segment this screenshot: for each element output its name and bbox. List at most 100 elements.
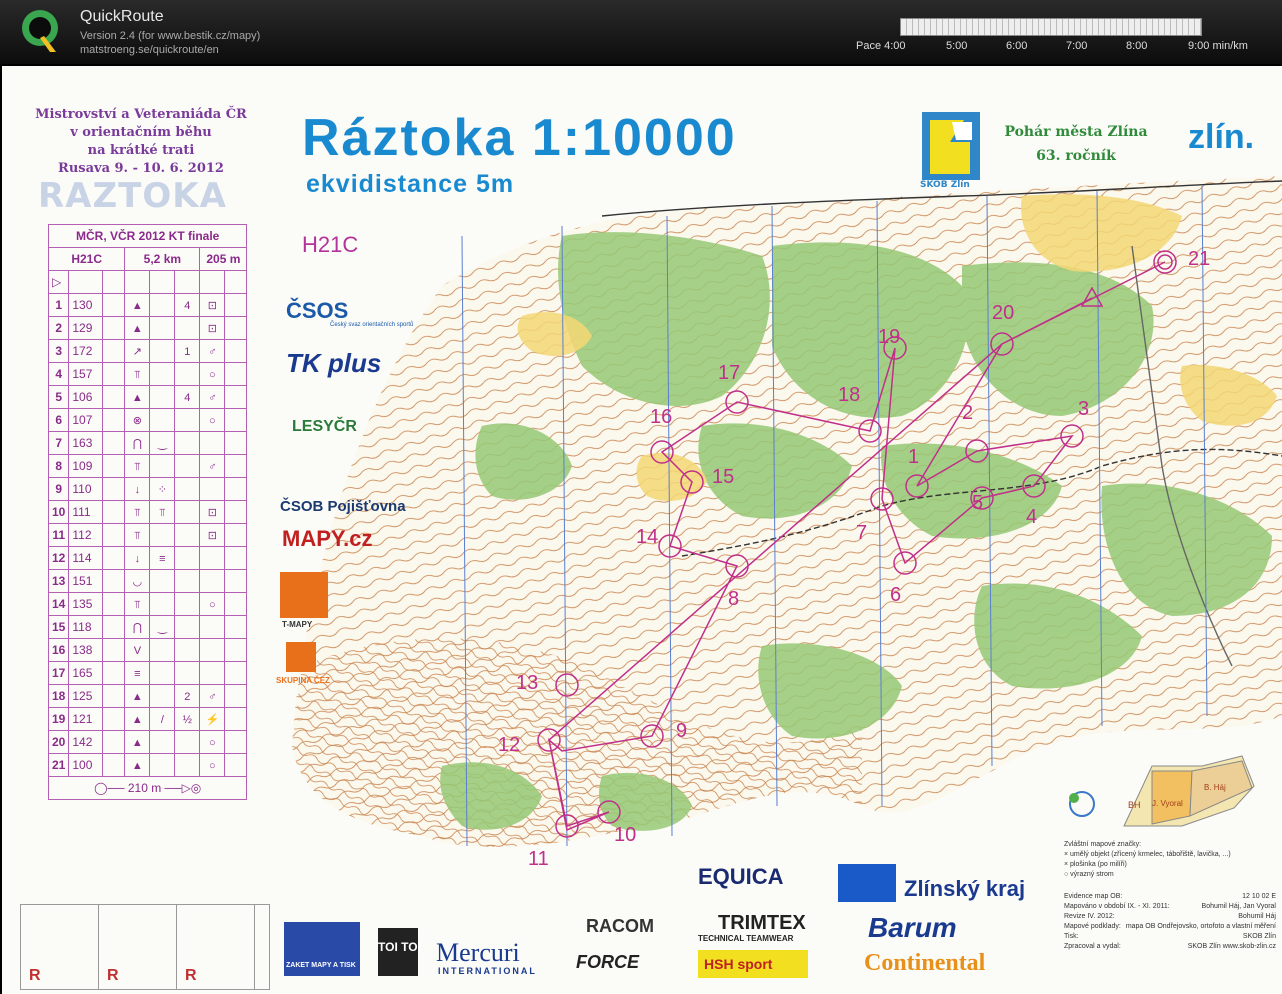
sponsor-zaket: ZAKET MAPY A TISK (286, 962, 356, 969)
location-symbol-icon: ○ (199, 753, 226, 777)
location-symbol-icon: ○ (199, 592, 226, 616)
control-code: 107 (68, 408, 104, 432)
info-row: Tisk: SKOB Zlín (1064, 932, 1276, 942)
control-number-label: 20 (992, 302, 1015, 324)
detail-symbol-icon (149, 316, 176, 340)
location-symbol-icon (199, 431, 226, 455)
legend-title: Zvláštní mapové značky: (1064, 841, 1142, 848)
detail-symbol-icon (149, 362, 176, 386)
info-key: Evidence map OB: (1064, 893, 1123, 900)
info-value: SKOB Zlín (1242, 933, 1276, 940)
control-code: 157 (68, 362, 104, 386)
detail-symbol-icon: ⫪ (149, 500, 176, 524)
detail-symbol-icon (149, 753, 176, 777)
detail-symbol-icon (149, 385, 176, 409)
control-code: 142 (68, 730, 104, 754)
control-symbol-icon (102, 523, 126, 547)
dimension-symbol-icon: 4 (174, 385, 201, 409)
control-number-label: 21 (1188, 248, 1211, 270)
other-symbol-icon (224, 339, 248, 363)
detail-symbol-icon (149, 523, 176, 547)
pace-color-scale (900, 18, 1202, 36)
dimension-symbol-icon (174, 546, 201, 570)
cd-control-row: 5 106 ▲ 4 ♂ (47, 385, 248, 409)
dimension-symbol-icon (174, 730, 201, 754)
control-symbol-icon (102, 454, 126, 478)
cup-title: Pohár města Zlína 63. ročník (996, 120, 1156, 168)
control-symbol-icon (102, 661, 126, 685)
cd-control-row: 16 138 V (47, 638, 248, 662)
control-number-label: 2 (962, 402, 974, 424)
location-symbol-icon (199, 615, 226, 639)
cd-rows: 1 130 ▲ 4 ⊡ 2 129 ▲ ⊡ 3 172 ↗ 1 ♂ 4 157 ⫪ ○ 5 106 ▲ 4 ♂ 6 107 ⊗ ○ 7… (47, 293, 248, 777)
location-symbol-icon: ○ (199, 362, 226, 386)
sponsor-trimtex-sub: TECHNICAL TEAMWEAR (698, 934, 794, 943)
detail-symbol-icon: ‿ (149, 431, 176, 455)
cd-control-row: 13 151 ◡ (47, 569, 248, 593)
dimension-symbol-icon (174, 454, 201, 478)
dimension-symbol-icon (174, 523, 201, 547)
cd-control-row: 2 129 ▲ ⊡ (47, 316, 248, 340)
control-number-label: 11 (528, 848, 549, 870)
control-description-panel: Mistrovství a Veteraniáda ČR v orientačn… (20, 96, 270, 916)
cd-control-row: 10 111 ⫪ ⫪ ⊡ (47, 500, 248, 524)
info-row: Zpracoval a vydal: SKOB Zlín www.skob-zli… (1064, 942, 1276, 952)
other-symbol-icon (224, 684, 248, 708)
r-label: R (107, 967, 119, 984)
control-symbol-icon (102, 431, 126, 455)
dimension-symbol-icon (174, 316, 201, 340)
sponsor-hsh: HSH sport (698, 950, 808, 978)
control-symbol-icon (102, 592, 126, 616)
watermark-raztoka: RAZTOKA (38, 176, 227, 216)
other-symbol-icon (224, 362, 248, 386)
control-number-label: 8 (728, 588, 740, 610)
info-key: Mapové podklady: (1064, 923, 1121, 930)
pace-label: 6:00 (1006, 40, 1028, 52)
control-number-label: 3 (1078, 398, 1090, 420)
cd-finish: ◯── 210 m ──▷◎ (47, 776, 248, 800)
finish-arrow-icon: ──▷◎ (164, 781, 202, 795)
cd-course-row: H21C 5,2 km 205 m (47, 247, 248, 271)
control-code: 151 (68, 569, 104, 593)
control-number-label: 14 (636, 526, 659, 548)
control-number-label: 15 (712, 466, 735, 488)
control-number-label: 13 (516, 672, 539, 694)
control-code: 112 (68, 523, 104, 547)
control-symbol-icon (102, 293, 126, 317)
other-symbol-icon (224, 546, 248, 570)
sponsor-racom: RACOM (586, 916, 654, 936)
cd-header-row: MČR, VČR 2012 KT finale (47, 224, 248, 248)
orienteering-map[interactable]: BH J. Vyoral B. Háj Mistrovství a Vetera… (2, 66, 1282, 994)
control-symbol-icon (102, 477, 126, 501)
control-number: 5 (47, 385, 70, 409)
cd-control-row: 18 125 ▲ 2 ♂ (47, 684, 248, 708)
control-number-label: 16 (650, 406, 673, 428)
control-code: 172 (68, 339, 104, 363)
feature-symbol-icon: ▲ (124, 753, 151, 777)
info-key: Zpracoval a vydal: (1064, 943, 1121, 950)
feature-symbol-icon: ↓ (124, 546, 151, 570)
cd-control-row: 19 121 ▲ / ½ ⚡ (47, 707, 248, 731)
sponsor-mercuri-sub: INTERNATIONAL (438, 966, 537, 976)
detail-symbol-icon (149, 592, 176, 616)
control-number-label: 12 (498, 734, 521, 756)
detail-symbol-icon (149, 454, 176, 478)
header-bar: QuickRoute Version 2.4 (for www.bestik.c… (0, 0, 1282, 64)
cd-control-row: 21 100 ▲ ○ (47, 753, 248, 777)
feature-symbol-icon: ▲ (124, 684, 151, 708)
other-symbol-icon (224, 385, 248, 409)
control-number: 2 (47, 316, 70, 340)
other-symbol-icon (224, 454, 248, 478)
control-number: 9 (47, 477, 70, 501)
dimension-symbol-icon (174, 500, 201, 524)
other-symbol-icon (224, 730, 248, 754)
control-code: 110 (68, 477, 104, 501)
sponsor-tmapy: T-MAPY (282, 620, 313, 629)
event-line: v orientačním běhu (70, 125, 212, 140)
control-symbol-icon (102, 500, 126, 524)
pace-label: Pace 4:00 (856, 40, 906, 52)
control-number: 10 (47, 500, 70, 524)
detail-symbol-icon: ‿ (149, 615, 176, 639)
club-name: SKOB Zlín (920, 180, 970, 190)
cd-control-row: 12 114 ↓ ≡ (47, 546, 248, 570)
